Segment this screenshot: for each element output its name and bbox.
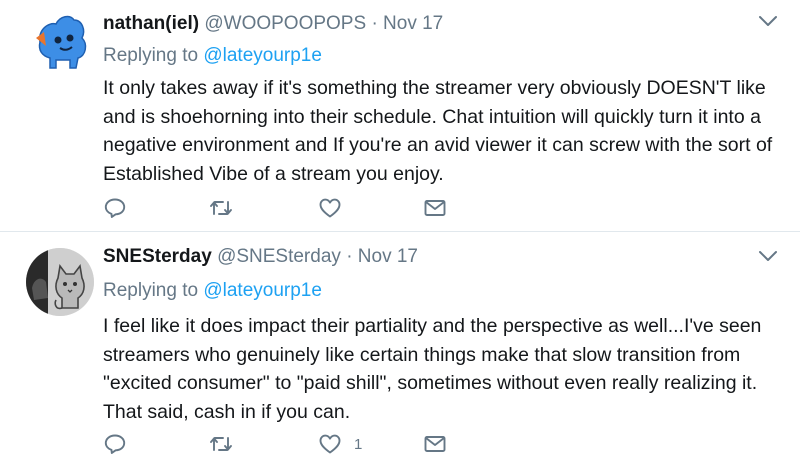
like-button[interactable]: 1 [318,432,362,456]
tweet-actions: 1 [103,432,463,456]
retweet-icon [210,201,232,215]
like-button[interactable] [318,196,354,220]
replying-label: Replying to [103,280,199,301]
avatar[interactable] [26,8,94,76]
direct-message-button[interactable] [423,432,447,456]
direct-message-button[interactable] [423,196,447,220]
mention-link[interactable]: @lateyourp1e [203,280,322,301]
handle[interactable]: @WOOPOOPOPS [204,13,366,34]
avatar-creature-image [36,15,87,69]
heart-icon [319,434,341,454]
like-count: 1 [354,435,363,453]
tweet-text: It only takes away if it's something the… [103,77,773,185]
tweet[interactable]: nathan(iel) @WOOPOOPOPS · Nov 17 Replyin… [0,0,800,232]
chevron-down-icon[interactable] [758,14,778,28]
separator-dot: · [346,246,353,267]
avatar-cat-image [26,248,94,316]
reply-button[interactable] [103,432,127,456]
tweet-header: SNESterday @SNESterday · Nov 17 [103,245,418,269]
heart-icon [319,198,341,218]
tweet-text: I feel like it does impact their partial… [103,315,762,423]
direct-message-icon [424,436,446,452]
reply-icon [104,434,126,454]
tweet-actions [103,196,463,220]
separator-dot: · [371,13,378,34]
tweet-header: nathan(iel) @WOOPOOPOPS · Nov 17 [103,12,443,36]
replying-to: Replying to @lateyourp1e [103,279,322,303]
mention-link[interactable]: @lateyourp1e [203,45,322,66]
replying-to: Replying to @lateyourp1e [103,44,322,68]
tweet[interactable]: SNESterday @SNESterday · Nov 17 Replying… [0,232,800,462]
timestamp[interactable]: Nov 17 [358,246,418,267]
chevron-down-icon[interactable] [758,249,778,263]
retweet-icon [210,437,232,451]
reply-icon [104,198,126,218]
reply-button[interactable] [103,196,127,220]
replying-label: Replying to [103,45,199,66]
handle[interactable]: @SNESterday [217,246,341,267]
display-name[interactable]: nathan(iel) [103,13,199,34]
avatar[interactable] [26,248,94,316]
direct-message-icon [424,200,446,216]
timestamp[interactable]: Nov 17 [383,13,443,34]
retweet-button[interactable] [209,432,233,456]
display-name[interactable]: SNESterday [103,246,212,267]
retweet-button[interactable] [209,196,233,220]
